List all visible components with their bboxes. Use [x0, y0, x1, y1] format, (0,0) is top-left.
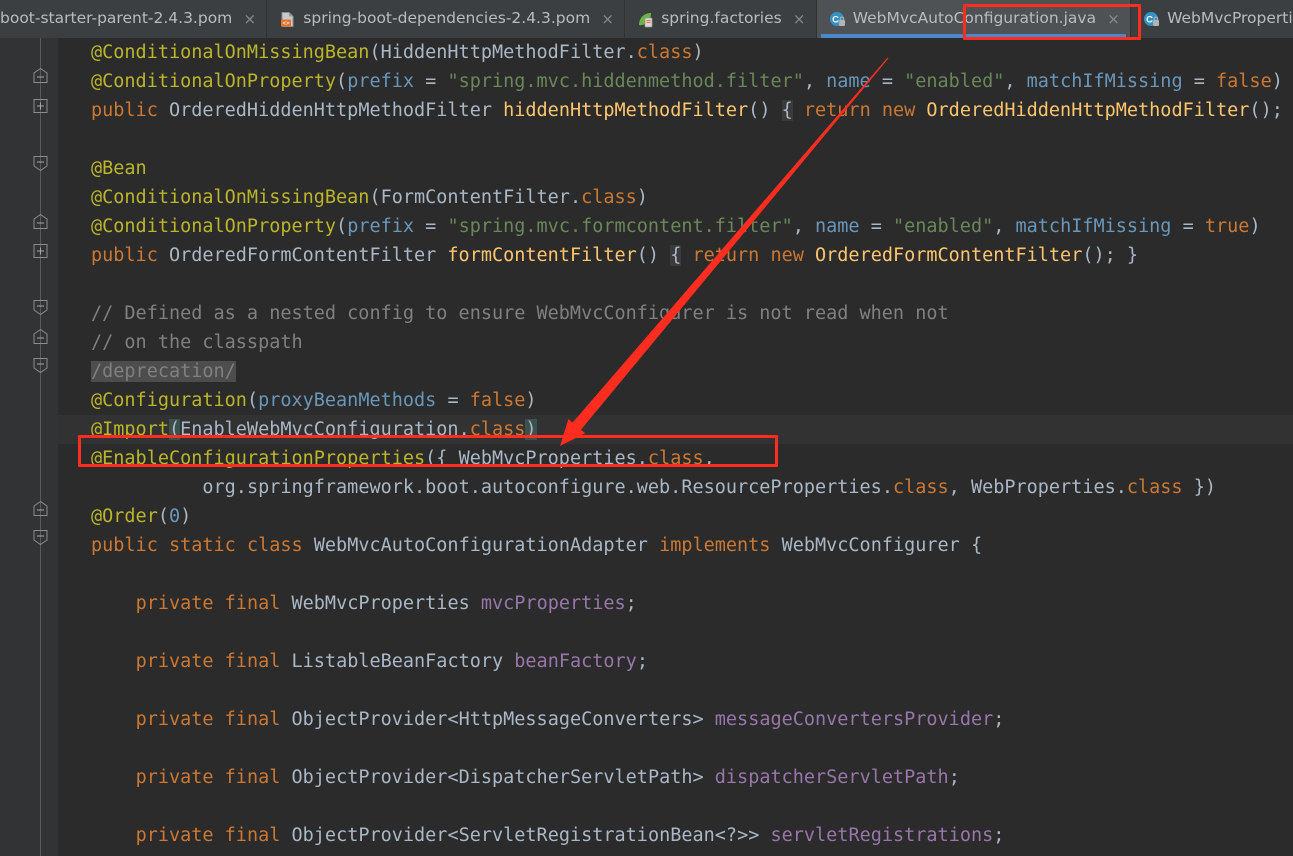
spring-leaf-icon: [637, 11, 654, 28]
code-line[interactable]: private final ObjectProvider<DispatcherS…: [58, 763, 1293, 792]
java-class-icon: C: [829, 11, 846, 28]
tab-label: spring-boot-dependencies-2.4.3.pom: [303, 9, 591, 28]
code-line[interactable]: @Import(EnableWebMvcConfiguration.class): [58, 415, 1293, 444]
fold-collapse-up-icon[interactable]: [32, 67, 49, 84]
code-line[interactable]: @ConditionalOnProperty(prefix = "spring.…: [58, 67, 1293, 96]
tab-webmvcautoconfiguration-java[interactable]: C WebMvcAutoConfiguration.java ×: [816, 0, 1132, 38]
code-line[interactable]: public OrderedHiddenHttpMethodFilter hid…: [58, 96, 1293, 125]
code-lines: @ConditionalOnMissingBean(HiddenHttpMeth…: [58, 38, 1293, 850]
tab-close-icon[interactable]: ×: [601, 11, 614, 27]
code-line[interactable]: public static class WebMvcAutoConfigurat…: [58, 531, 1293, 560]
fold-collapse-down-icon[interactable]: [32, 299, 49, 316]
code-line[interactable]: [58, 125, 1293, 154]
tab-label: spring.factories: [661, 9, 782, 28]
code-line[interactable]: [58, 270, 1293, 299]
code-line[interactable]: [58, 792, 1293, 821]
svg-text:C: C: [832, 14, 839, 25]
code-line[interactable]: [58, 676, 1293, 705]
fold-expand-plus-icon[interactable]: [32, 97, 49, 114]
code-line[interactable]: org.springframework.boot.autoconfigure.w…: [58, 473, 1293, 502]
fold-collapse-down-icon[interactable]: [32, 529, 49, 546]
code-line[interactable]: public OrderedFormContentFilter formCont…: [58, 241, 1293, 270]
code-line[interactable]: @ConditionalOnMissingBean(FormContentFil…: [58, 183, 1293, 212]
maven-pom-icon: <>: [279, 11, 296, 28]
code-line[interactable]: @EnableConfigurationProperties({ WebMvcP…: [58, 444, 1293, 473]
code-line[interactable]: @ConditionalOnMissingBean(HiddenHttpMeth…: [58, 38, 1293, 67]
fold-expand-plus-icon[interactable]: [32, 242, 49, 259]
tab-spring-boot-dependencies-pom[interactable]: <> spring-boot-dependencies-2.4.3.pom ×: [267, 0, 626, 38]
editor-tab-bar: boot-starter-parent-2.4.3.pom × <> sprin…: [0, 0, 1293, 38]
code-line[interactable]: private final ObjectProvider<ServletRegi…: [58, 821, 1293, 850]
tab-label: boot-starter-parent-2.4.3.pom: [0, 9, 233, 28]
tab-label: WebMvcProperties.java: [1167, 9, 1293, 28]
code-line[interactable]: private final WebMvcProperties mvcProper…: [58, 589, 1293, 618]
editor-window: boot-starter-parent-2.4.3.pom × <> sprin…: [0, 0, 1293, 856]
svg-text:C: C: [1146, 14, 1153, 25]
fold-collapse-up-icon[interactable]: [32, 213, 49, 230]
code-line[interactable]: @Configuration(proxyBeanMethods = false): [58, 386, 1293, 415]
code-line[interactable]: // Defined as a nested config to ensure …: [58, 299, 1293, 328]
tab-close-icon[interactable]: ×: [1107, 11, 1120, 27]
tab-webmvcproperties-java[interactable]: C WebMvcProperties.java ×: [1131, 0, 1293, 38]
code-line[interactable]: [58, 560, 1293, 589]
code-line[interactable]: @Bean: [58, 154, 1293, 183]
code-line[interactable]: private final ObjectProvider<HttpMessage…: [58, 705, 1293, 734]
code-line[interactable]: @ConditionalOnProperty(prefix = "spring.…: [58, 212, 1293, 241]
fold-collapse-down-icon[interactable]: [32, 155, 49, 172]
code-line[interactable]: // on the classpath: [58, 328, 1293, 357]
tab-close-icon[interactable]: ×: [793, 11, 806, 27]
svg-text:<>: <>: [283, 20, 291, 27]
code-line[interactable]: /deprecation/: [58, 357, 1293, 386]
fold-collapse-up-icon[interactable]: [32, 328, 49, 345]
tab-close-icon[interactable]: ×: [243, 11, 256, 27]
tab-label: WebMvcAutoConfiguration.java: [852, 9, 1097, 28]
fold-collapse-up-icon[interactable]: [32, 500, 49, 517]
java-class-icon: C: [1143, 11, 1160, 28]
fold-collapse-down-icon[interactable]: [32, 357, 49, 374]
code-line[interactable]: [58, 618, 1293, 647]
tab-boot-starter-parent-pom[interactable]: boot-starter-parent-2.4.3.pom ×: [0, 0, 268, 38]
editor-gutter[interactable]: [0, 38, 58, 856]
code-line[interactable]: @Order(0): [58, 502, 1293, 531]
code-line[interactable]: private final ListableBeanFactory beanFa…: [58, 647, 1293, 676]
code-editor-area[interactable]: @ConditionalOnMissingBean(HiddenHttpMeth…: [58, 38, 1293, 856]
tab-spring-factories[interactable]: spring.factories ×: [625, 0, 817, 38]
code-line[interactable]: [58, 734, 1293, 763]
